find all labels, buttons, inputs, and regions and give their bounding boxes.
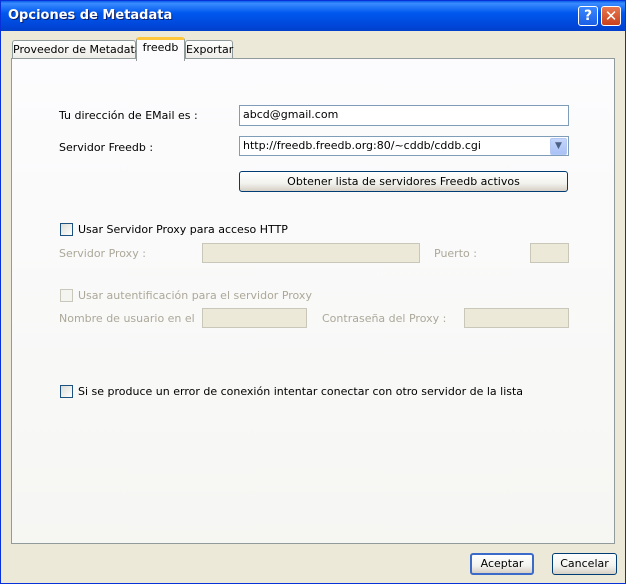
close-button[interactable]: ✕ xyxy=(601,6,621,26)
retry-other-server-label: Si se produce un error de conexión inten… xyxy=(78,385,524,398)
proxy-port-field[interactable] xyxy=(530,243,569,263)
proxy-password-field[interactable] xyxy=(464,308,569,328)
proxy-username-label: Nombre de usuario en el xyxy=(59,312,195,325)
get-active-servers-button[interactable]: Obtener lista de servidores Freedb activ… xyxy=(239,171,568,192)
proxy-username-field[interactable] xyxy=(202,308,307,328)
use-proxy-checkbox[interactable] xyxy=(60,223,73,236)
tab-label: Proveedor de Metadata xyxy=(13,43,142,56)
close-icon: ✕ xyxy=(604,7,618,25)
email-label: Tu dirección de EMail es : xyxy=(59,109,198,122)
retry-other-server-checkbox[interactable] xyxy=(60,385,73,398)
use-proxy-label: Usar Servidor Proxy para acceso HTTP xyxy=(78,223,288,236)
tab-label: freedb xyxy=(142,41,179,54)
proxy-server-field[interactable] xyxy=(202,243,420,263)
cancel-button[interactable]: Cancelar xyxy=(552,553,617,575)
freedb-server-label: Servidor Freedb : xyxy=(59,141,154,154)
help-icon: ? xyxy=(583,8,593,24)
help-button[interactable]: ? xyxy=(578,6,598,26)
window-title: Opciones de Metadata xyxy=(8,8,173,23)
proxy-auth-checkbox[interactable] xyxy=(60,289,73,302)
freedb-server-select[interactable]: http://freedb.freedb.org:80/~cddb/cddb.c… xyxy=(239,136,569,156)
email-field[interactable]: abcd@gmail.com xyxy=(239,105,569,126)
proxy-port-label: Puerto : xyxy=(434,247,477,260)
proxy-auth-label: Usar autentificación para el servidor Pr… xyxy=(78,289,312,302)
ok-button[interactable]: Aceptar xyxy=(470,553,534,575)
proxy-server-label: Servidor Proxy : xyxy=(59,247,146,260)
proxy-password-label: Contraseña del Proxy : xyxy=(322,312,447,325)
tab-export[interactable]: Exportar xyxy=(185,40,233,59)
tab-metadata-provider[interactable]: Proveedor de Metadata xyxy=(12,40,142,59)
title-bar[interactable]: Opciones de Metadata ? ✕ xyxy=(1,1,625,31)
tab-freedb[interactable]: freedb xyxy=(136,37,185,61)
freedb-server-value: http://freedb.freedb.org:80/~cddb/cddb.c… xyxy=(243,139,481,152)
chevron-down-icon[interactable]: ▼ xyxy=(550,138,567,155)
metadata-options-dialog: Opciones de Metadata ? ✕ Proveedor de Me… xyxy=(0,0,626,584)
tab-label: Exportar xyxy=(186,43,234,56)
